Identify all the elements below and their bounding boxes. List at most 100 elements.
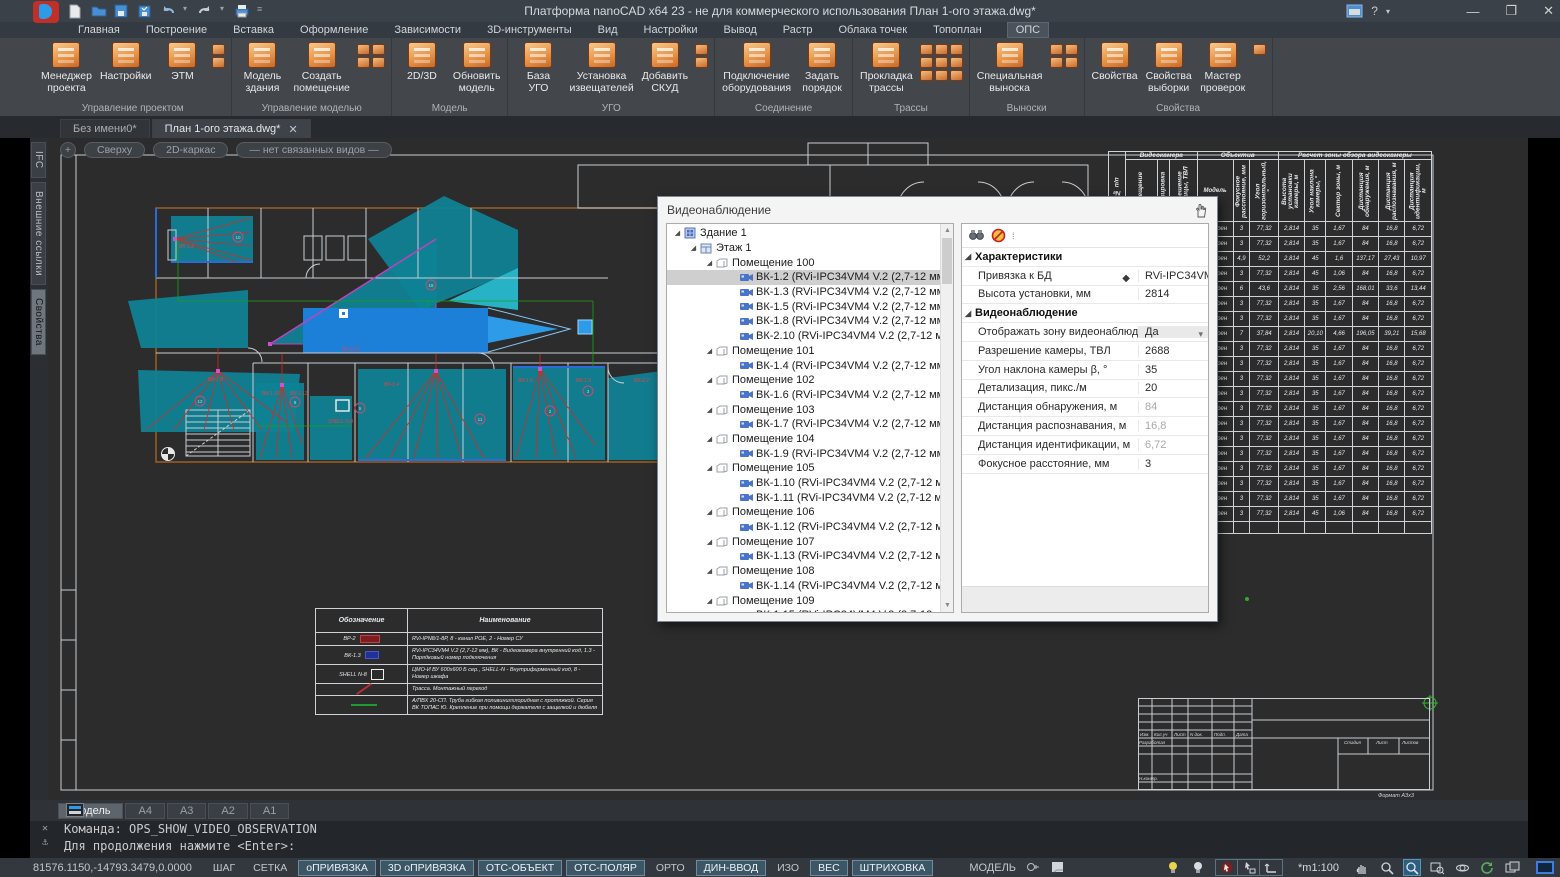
property-value[interactable]: Да▾ bbox=[1138, 326, 1208, 338]
expander-icon[interactable]: ◢ bbox=[705, 259, 714, 267]
ribbon-tab-Главная[interactable]: Главная bbox=[78, 24, 120, 36]
property-value[interactable]: 2688 bbox=[1138, 345, 1208, 357]
ribbon-small-tool-icon[interactable] bbox=[950, 70, 963, 81]
expander-icon[interactable]: ◢ bbox=[705, 508, 714, 516]
tree-item[interactable]: ◢Этаж 1 bbox=[667, 241, 940, 256]
ribbon-button[interactable]: Подключение оборудования bbox=[719, 40, 794, 95]
viewport-control-1[interactable]: Сверху bbox=[84, 142, 145, 158]
zoom-realtime-icon[interactable] bbox=[1404, 860, 1420, 875]
toggle-ОРТО[interactable]: ОРТО bbox=[649, 861, 692, 875]
property-row[interactable]: Высота установки, мм2814 bbox=[962, 286, 1208, 305]
expander-icon[interactable]: ◢ bbox=[673, 229, 682, 237]
add-viewport-button[interactable]: + bbox=[60, 142, 76, 158]
ribbon-tab-3D-инструменты[interactable]: 3D-инструменты bbox=[487, 24, 572, 36]
ribbon-tab-Облака точек[interactable]: Облака точек bbox=[839, 24, 908, 36]
property-row[interactable]: Фокусное расстояние, мм3 bbox=[962, 455, 1208, 474]
ribbon-small-tool-icon[interactable] bbox=[920, 70, 933, 81]
pin-hand-icon[interactable] bbox=[1194, 203, 1208, 218]
expander-icon[interactable]: ◢ bbox=[705, 376, 714, 384]
ribbon-small-tool-icon[interactable] bbox=[357, 44, 370, 55]
expander-icon[interactable]: ◢ bbox=[705, 406, 714, 414]
tree-item[interactable]: ВК-2.10 (RVi-IPC34VM4 V.2 (2,7-12 мм)) bbox=[667, 329, 940, 344]
toggle-СЕТКА[interactable]: СЕТКА bbox=[246, 861, 294, 875]
ribbon-small-tool-icon[interactable] bbox=[695, 57, 708, 68]
regen-icon[interactable] bbox=[1479, 860, 1495, 875]
expander-icon[interactable]: ◢ bbox=[705, 567, 714, 575]
ribbon-small-tool-icon[interactable] bbox=[212, 44, 225, 55]
ribbon-tab-Растр[interactable]: Растр bbox=[783, 24, 813, 36]
tree-item[interactable]: ВК-1.12 (RVi-IPC34VM4 V.2 (2,7-12 мм)) bbox=[667, 520, 940, 535]
property-row[interactable]: Дистанция обнаружения, м84 bbox=[962, 398, 1208, 417]
toggle-ИЗО[interactable]: ИЗО bbox=[770, 861, 806, 875]
property-row[interactable]: Дистанция идентификации, м6,72 bbox=[962, 436, 1208, 455]
ribbon-tab-Оформление[interactable]: Оформление bbox=[300, 24, 368, 36]
document-tab[interactable]: Без имени0* bbox=[60, 119, 150, 138]
tree-item[interactable]: ВК-1.4 (RVi-IPC34VM4 V.2 (2,7-12 мм)) bbox=[667, 358, 940, 373]
ribbon-small-tool-icon[interactable] bbox=[372, 44, 385, 55]
tree-item[interactable]: ВК-1.10 (RVi-IPC34VM4 V.2 (2,7-12 мм)) bbox=[667, 476, 940, 491]
document-tab[interactable]: План 1-ого этажа.dwg*✕ bbox=[152, 119, 311, 138]
ribbon-tab-Настройки[interactable]: Настройки bbox=[644, 24, 698, 36]
tree-item[interactable]: ВК-1.7 (RVi-IPC34VM4 V.2 (2,7-12 мм)) bbox=[667, 417, 940, 432]
tree-item[interactable]: ВК-1.3 (RVi-IPC34VM4 V.2 (2,7-12 мм)) bbox=[667, 285, 940, 300]
ribbon-button[interactable]: Мастер проверок bbox=[1197, 40, 1249, 95]
tree-item[interactable]: ВК-1.8 (RVi-IPC34VM4 V.2 (2,7-12 мм)) bbox=[667, 314, 940, 329]
tree-item[interactable]: ВК-1.5 (RVi-IPC34VM4 V.2 (2,7-12 мм)) bbox=[667, 299, 940, 314]
layout-tab-А2[interactable]: А2 bbox=[208, 803, 247, 819]
surveillance-tree-panel[interactable]: ◢Здание 1◢Этаж 1◢Помещение 100ВК-1.2 (RV… bbox=[666, 223, 954, 613]
ribbon-button[interactable]: Настройки bbox=[97, 40, 155, 83]
help-button[interactable]: ? bbox=[1371, 4, 1378, 18]
properties-panel[interactable]: ⁞ ◢ХарактеристикиПривязка к БД◆RVi-IPC34… bbox=[961, 223, 1209, 613]
minimize-button[interactable]: — bbox=[1466, 4, 1479, 19]
ribbon-small-tool-icon[interactable] bbox=[212, 57, 225, 68]
tree-item[interactable]: ◢Помещение 103 bbox=[667, 402, 940, 417]
expander-icon[interactable]: ◢ bbox=[689, 244, 698, 252]
annotation-scale[interactable]: *m1:100 bbox=[1298, 862, 1339, 874]
tree-item[interactable]: ◢Помещение 101 bbox=[667, 344, 940, 359]
property-value[interactable]: 35 bbox=[1138, 364, 1208, 376]
layout-tab-А4[interactable]: А4 bbox=[125, 803, 164, 819]
disable-zone-icon[interactable] bbox=[991, 228, 1006, 243]
scroll-down-icon[interactable]: ▼ bbox=[941, 599, 954, 612]
ribbon-small-tool-icon[interactable] bbox=[920, 57, 933, 68]
tree-item[interactable]: ◢Помещение 100 bbox=[667, 255, 940, 270]
expander-icon[interactable]: ◢ bbox=[705, 435, 714, 443]
ribbon-button[interactable]: Модель здания bbox=[236, 40, 288, 95]
lightbulb-on-icon[interactable] bbox=[1165, 860, 1181, 875]
ribbon-small-tool-icon[interactable] bbox=[935, 70, 948, 81]
toggle-ОТС-ПОЛЯР[interactable]: ОТС-ПОЛЯР bbox=[566, 860, 645, 876]
tree-item[interactable]: ВК-1.14 (RVi-IPC34VM4 V.2 (2,7-12 мм)) bbox=[667, 579, 940, 594]
ribbon-button[interactable]: Свойства выборки bbox=[1143, 40, 1195, 95]
property-value[interactable]: RVi-IPC34VM4▾ bbox=[1138, 270, 1209, 282]
ribbon-tab-ОПС[interactable]: ОПС bbox=[1008, 23, 1048, 37]
toolbar-overflow-icon[interactable]: ⁞ bbox=[1012, 231, 1015, 241]
viewport-control-3[interactable]: — нет связанных видов — bbox=[236, 142, 391, 158]
property-row[interactable]: Разрешение камеры, ТВЛ2688 bbox=[962, 342, 1208, 361]
ribbon-tab-Вывод[interactable]: Вывод bbox=[723, 24, 756, 36]
toggle-ШАГ[interactable]: ШАГ bbox=[206, 861, 242, 875]
save-icon[interactable] bbox=[114, 4, 130, 18]
ribbon-tab-Вид[interactable]: Вид bbox=[598, 24, 618, 36]
ribbon-small-tool-icon[interactable] bbox=[372, 57, 385, 68]
tree-item[interactable]: ◢Помещение 102 bbox=[667, 373, 940, 388]
ribbon-button[interactable]: Добавить СКУД bbox=[639, 40, 691, 95]
video-surveillance-dialog[interactable]: Видеонаблюдение ◢Здание 1◢Этаж 1◢Помещен… bbox=[657, 196, 1218, 622]
toggle-ВЕС[interactable]: ВЕС bbox=[810, 860, 848, 876]
fullscreen-monitor-icon[interactable] bbox=[1536, 861, 1554, 874]
property-value[interactable]: 16,8 bbox=[1138, 420, 1208, 432]
zoom-icon[interactable] bbox=[1379, 860, 1395, 875]
ribbon-button[interactable]: ЭТМ bbox=[156, 40, 208, 83]
undo-dropdown-icon[interactable]: ▾ bbox=[183, 4, 190, 18]
toggle-ДИН-ВВОД[interactable]: ДИН-ВВОД bbox=[696, 860, 766, 876]
qat-customize-icon[interactable]: ≡ bbox=[257, 4, 265, 18]
property-value[interactable]: 84 bbox=[1138, 401, 1208, 413]
dialog-title-bar[interactable]: Видеонаблюдение bbox=[658, 197, 1217, 223]
ribbon-small-tool-icon[interactable] bbox=[1065, 44, 1078, 55]
tree-item[interactable]: ВК-1.13 (RVi-IPC34VM4 V.2 (2,7-12 мм)) bbox=[667, 549, 940, 564]
ribbon-small-tool-icon[interactable] bbox=[357, 57, 370, 68]
property-group-header[interactable]: ◢Характеристики bbox=[962, 248, 1208, 267]
ribbon-small-tool-icon[interactable] bbox=[1050, 57, 1063, 68]
viewport-control-2[interactable]: 2D-каркас bbox=[153, 142, 228, 158]
layout-list-icon[interactable] bbox=[66, 803, 84, 817]
property-value[interactable]: 6,72 bbox=[1138, 439, 1208, 451]
